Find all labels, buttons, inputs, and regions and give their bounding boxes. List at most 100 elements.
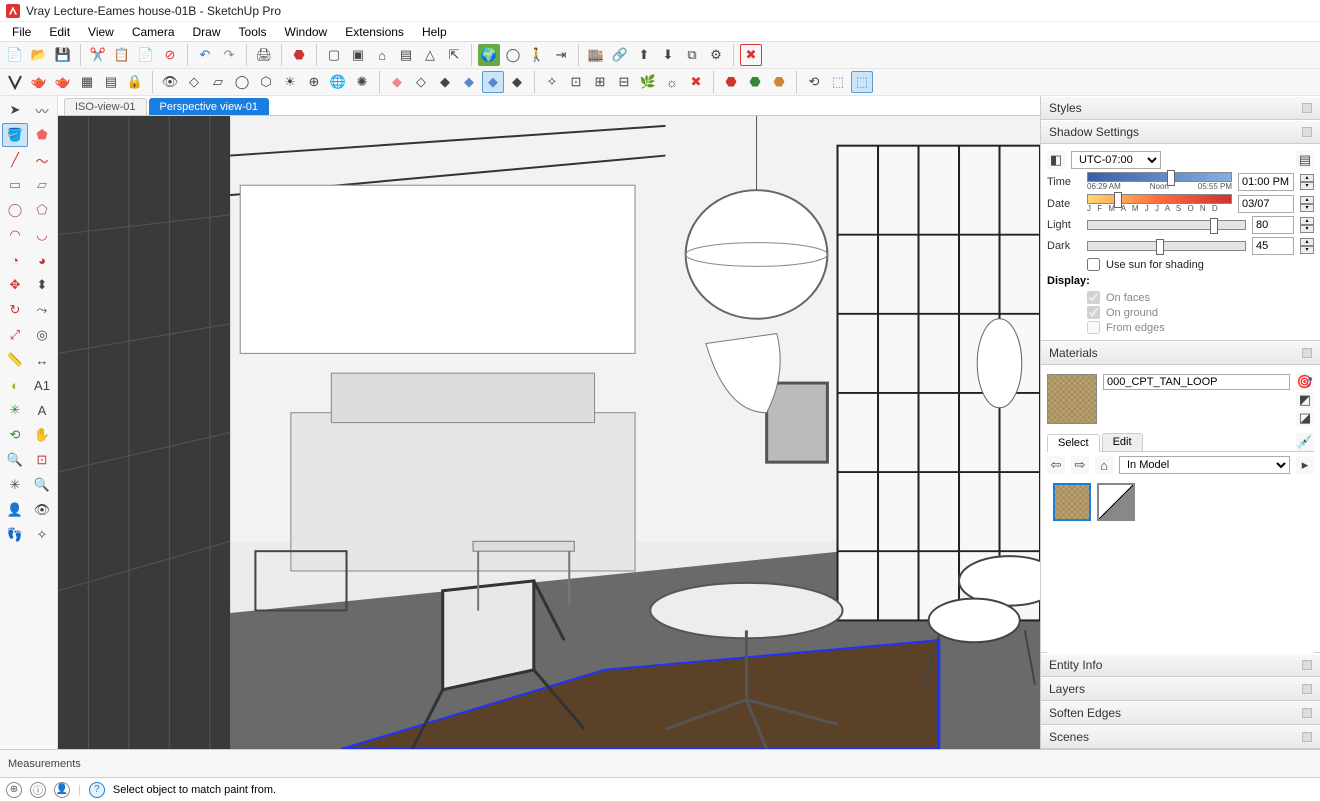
section-fill-icon[interactable]: ⊟ bbox=[613, 71, 635, 93]
default-material-icon[interactable]: ◩ bbox=[1296, 392, 1314, 408]
save-icon[interactable]: 💾 bbox=[52, 44, 74, 66]
panel-materials-head[interactable]: Materials bbox=[1041, 341, 1320, 365]
orbit-tool-icon[interactable]: ⟲ bbox=[2, 423, 28, 447]
dimension-tool-icon[interactable]: ↔ bbox=[29, 348, 55, 372]
arc-icon[interactable]: ◠ bbox=[2, 223, 28, 247]
look-around-icon[interactable]: 👁 bbox=[29, 498, 55, 522]
geo-icon[interactable]: ⊕ bbox=[6, 782, 22, 798]
perspective-icon[interactable]: ▱ bbox=[207, 71, 229, 93]
use-sun-checkbox[interactable] bbox=[1087, 258, 1100, 271]
collapse-icon[interactable] bbox=[1302, 103, 1312, 113]
scene-tab-iso[interactable]: ISO-view-01 bbox=[64, 98, 147, 115]
dimension-icon[interactable]: ⇥ bbox=[550, 44, 572, 66]
tape-icon[interactable]: 📏 bbox=[2, 348, 28, 372]
pie-icon[interactable]: ◔ bbox=[2, 248, 28, 272]
export-icon[interactable]: ⇱ bbox=[443, 44, 465, 66]
section-display-icon[interactable]: ⊡ bbox=[565, 71, 587, 93]
date-spinner[interactable]: ▴▾ bbox=[1300, 196, 1314, 212]
menu-draw[interactable]: Draw bbox=[185, 23, 229, 41]
nav-home-icon[interactable]: ⌂ bbox=[1095, 456, 1113, 474]
circle-icon[interactable]: ◯ bbox=[2, 198, 28, 222]
pan-tool-icon[interactable]: ✋ bbox=[29, 423, 55, 447]
lasso-tool-icon[interactable]: 〰 bbox=[29, 98, 55, 122]
iso-icon[interactable]: ◇ bbox=[183, 71, 205, 93]
zoom-icon[interactable]: ⬚ bbox=[851, 71, 873, 93]
menu-edit[interactable]: Edit bbox=[41, 23, 78, 41]
style-xray-icon[interactable]: ◆ bbox=[386, 71, 408, 93]
help-icon[interactable]: ? bbox=[89, 782, 105, 798]
copy-icon[interactable]: 📋 bbox=[111, 44, 133, 66]
light-icon[interactable]: ☀ bbox=[279, 71, 301, 93]
light-spinner[interactable]: ▴▾ bbox=[1300, 217, 1314, 233]
nav-back-icon[interactable]: ⇦ bbox=[1047, 456, 1065, 474]
section-tool-icon[interactable]: ✧ bbox=[29, 523, 55, 547]
pan-icon[interactable]: ⬚ bbox=[827, 71, 849, 93]
panel-shadow-head[interactable]: Shadow Settings bbox=[1041, 120, 1320, 144]
rotate-icon[interactable]: ↻ bbox=[2, 298, 28, 322]
solid-union-icon[interactable]: ⬣ bbox=[720, 71, 742, 93]
position-camera-icon[interactable]: 👤 bbox=[2, 498, 28, 522]
3dtext-icon[interactable]: A bbox=[29, 398, 55, 422]
shadow-toggle-icon[interactable]: ◧ bbox=[1047, 151, 1065, 169]
panel-layers-head[interactable]: Layers bbox=[1041, 677, 1320, 701]
freehand-icon[interactable]: 〜 bbox=[29, 148, 55, 172]
3dwarehouse-icon[interactable]: 🏬 bbox=[585, 44, 607, 66]
material-details-icon[interactable]: ▸ bbox=[1296, 456, 1314, 474]
fog-icon[interactable]: 🌿 bbox=[637, 71, 659, 93]
viewport-3d[interactable] bbox=[58, 116, 1040, 749]
style-shaded-textures-icon[interactable]: ◆ bbox=[482, 71, 504, 93]
back-face-icon[interactable]: ◪ bbox=[1296, 410, 1314, 426]
time-spinner[interactable]: ▴▾ bbox=[1300, 174, 1314, 190]
vray-lock-icon[interactable]: 🔒 bbox=[124, 71, 146, 93]
make-group-icon[interactable]: ▣ bbox=[347, 44, 369, 66]
walk-icon[interactable]: 👣 bbox=[2, 523, 28, 547]
person-icon[interactable]: 🚶 bbox=[526, 44, 548, 66]
toggle-terrain-icon[interactable]: ✖ bbox=[740, 44, 762, 66]
outline-icon[interactable]: △ bbox=[419, 44, 441, 66]
globe-icon[interactable]: 🌐 bbox=[327, 71, 349, 93]
delete-icon[interactable]: ⊘ bbox=[159, 44, 181, 66]
panel-scenes-head[interactable]: Scenes bbox=[1041, 725, 1320, 749]
vray-batch-icon[interactable]: ▤ bbox=[100, 71, 122, 93]
polygon-icon[interactable]: ⬠ bbox=[29, 198, 55, 222]
open-file-icon[interactable]: 📂 bbox=[28, 44, 50, 66]
menu-tools[interactable]: Tools bbox=[231, 23, 275, 41]
dark-slider[interactable] bbox=[1087, 241, 1246, 251]
menu-file[interactable]: File bbox=[4, 23, 39, 41]
shadow-detail-icon[interactable]: ▤ bbox=[1296, 151, 1314, 169]
menu-help[interactable]: Help bbox=[414, 23, 455, 41]
dark-input[interactable] bbox=[1252, 237, 1294, 255]
vray-logo-icon[interactable] bbox=[4, 71, 26, 93]
protractor-icon[interactable]: ◐ bbox=[2, 373, 28, 397]
panel-entity-info-head[interactable]: Entity Info bbox=[1041, 653, 1320, 677]
date-input[interactable] bbox=[1238, 195, 1294, 213]
explode-icon[interactable]: ▤ bbox=[395, 44, 417, 66]
panel-styles-head[interactable]: Styles bbox=[1041, 96, 1320, 120]
panel-soften-head[interactable]: Soften Edges bbox=[1041, 701, 1320, 725]
material-library-select[interactable]: In Model bbox=[1119, 456, 1290, 474]
section-plane-icon[interactable]: ✧ bbox=[541, 71, 563, 93]
camera-path-icon[interactable]: ◯ bbox=[502, 44, 524, 66]
arc2-icon[interactable]: ◡ bbox=[29, 223, 55, 247]
upload-icon[interactable]: ⬆ bbox=[633, 44, 655, 66]
section-cut-icon[interactable]: ⊞ bbox=[589, 71, 611, 93]
print-icon[interactable]: 🖨 bbox=[253, 44, 275, 66]
new-file-icon[interactable]: 📄 bbox=[4, 44, 26, 66]
vray-render-icon[interactable]: 🫖 bbox=[28, 71, 50, 93]
extension-manager-icon[interactable]: ⧉ bbox=[681, 44, 703, 66]
light-slider[interactable] bbox=[1087, 220, 1246, 230]
download-icon[interactable]: ⬇ bbox=[657, 44, 679, 66]
menu-view[interactable]: View bbox=[80, 23, 122, 41]
settings-icon[interactable]: ⚙ bbox=[705, 44, 727, 66]
swatch-tan-loop[interactable] bbox=[1053, 483, 1091, 521]
time-input[interactable] bbox=[1238, 173, 1294, 191]
axes-icon[interactable]: ✖ bbox=[685, 71, 707, 93]
style-monochrome-icon[interactable]: ◆ bbox=[506, 71, 528, 93]
create-material-icon[interactable]: 🎯 bbox=[1296, 374, 1314, 390]
make-component-icon[interactable]: ▢ bbox=[323, 44, 345, 66]
collapse-icon[interactable] bbox=[1302, 660, 1312, 670]
menu-extensions[interactable]: Extensions bbox=[337, 23, 412, 41]
geo-location-icon[interactable]: 🌍 bbox=[478, 44, 500, 66]
solid-subtract-icon[interactable]: ⬣ bbox=[744, 71, 766, 93]
collapse-icon[interactable] bbox=[1302, 348, 1312, 358]
